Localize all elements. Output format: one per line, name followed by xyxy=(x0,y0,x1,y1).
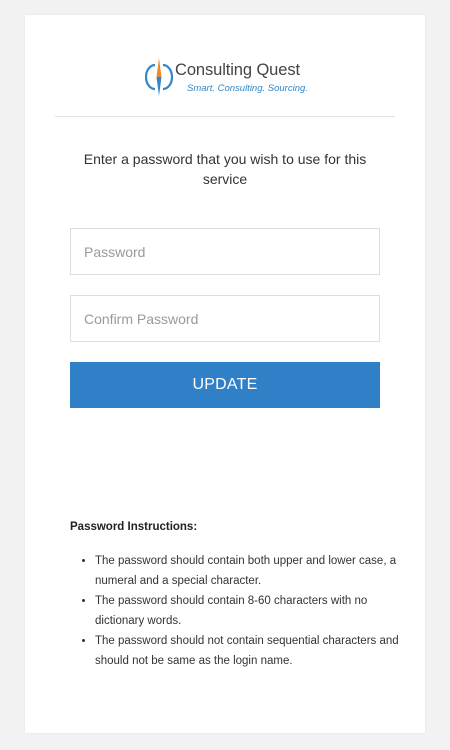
instruction-item: The password should contain both upper a… xyxy=(95,551,400,591)
instructions-list: The password should contain both upper a… xyxy=(70,551,400,671)
instruction-item: The password should contain 8-60 charact… xyxy=(95,591,400,631)
update-button[interactable]: UPDATE xyxy=(70,362,380,408)
header-divider xyxy=(55,116,395,117)
password-input[interactable] xyxy=(70,228,380,275)
login-card: Consulting Quest Smart. Consulting. Sour… xyxy=(25,15,425,733)
instructions-title: Password Instructions: xyxy=(70,521,198,533)
brand-logo: Consulting Quest Smart. Consulting. Sour… xyxy=(145,55,315,99)
intro-text: Enter a password that you wish to use fo… xyxy=(83,151,367,187)
confirm-password-input[interactable] xyxy=(70,295,380,342)
instruction-item: The password should not contain sequenti… xyxy=(95,631,400,671)
compass-icon xyxy=(145,58,173,96)
brand-name: Consulting Quest xyxy=(175,61,300,79)
brand-tagline: Smart. Consulting. Sourcing. xyxy=(187,83,308,94)
